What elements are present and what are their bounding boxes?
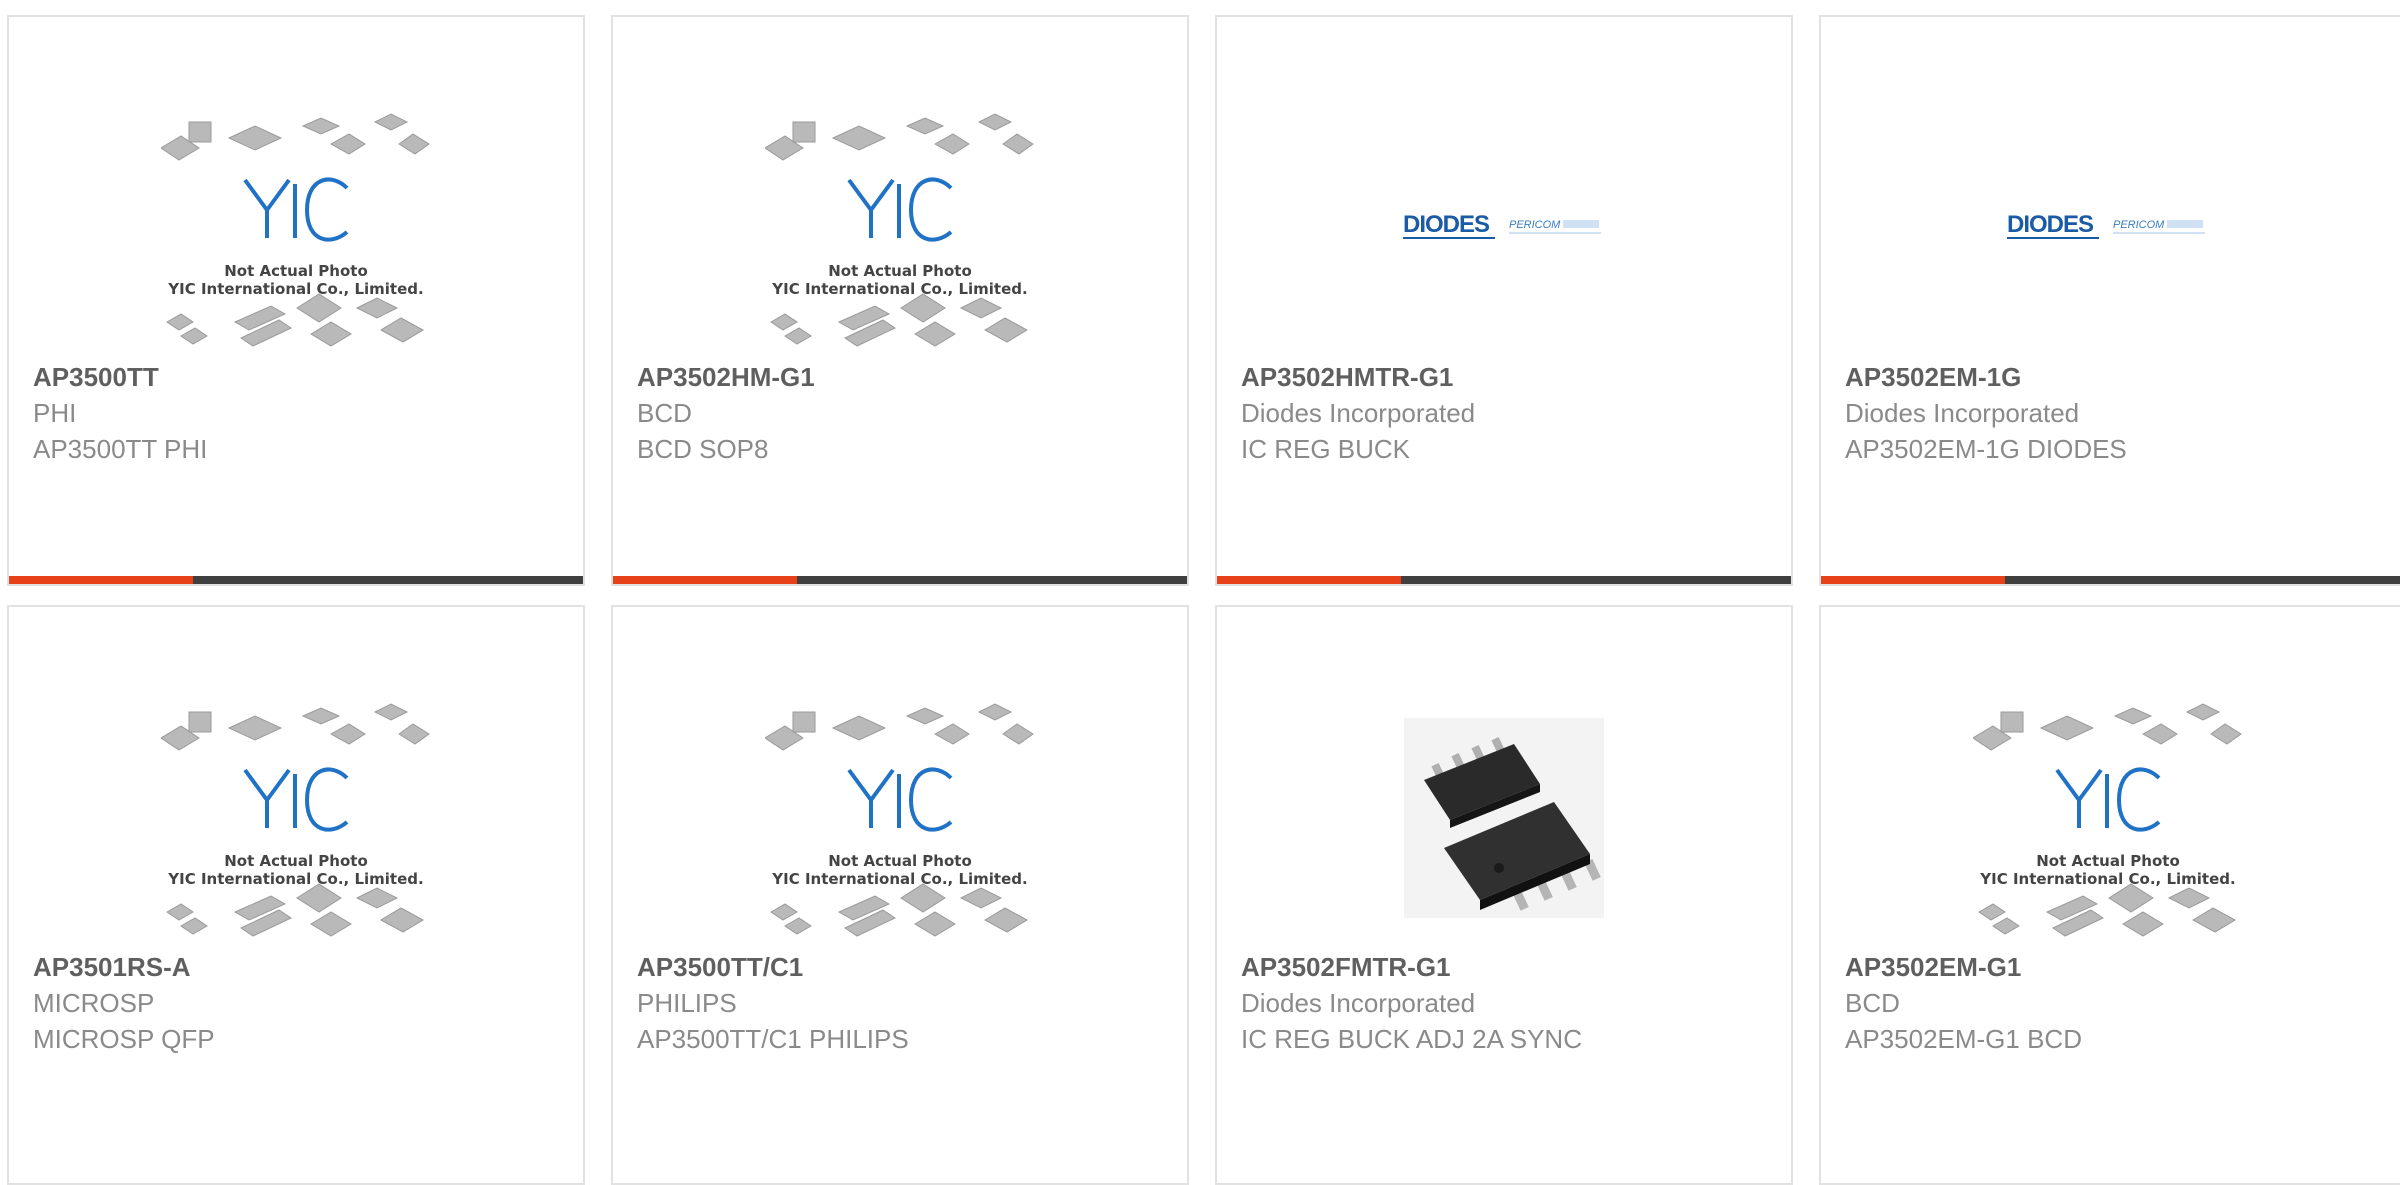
product-card[interactable]: DIODES PERICOM AP3502HMTR-G1 Diodes Inco… [1215,15,1793,586]
product-card[interactable]: Not Actual Photo YIC International Co., … [611,15,1189,586]
pericom-brand-text: PERICOM [2113,219,2165,231]
card-accent-bar [1821,576,2400,584]
product-image[interactable]: DIODES PERICOM [1821,95,2395,361]
part-number[interactable]: AP3500TT/C1 [637,949,1171,985]
card-accent-bar [9,576,583,584]
product-card[interactable]: Not Actual Photo YIC International Co., … [7,15,585,586]
product-card[interactable]: Not Actual Photo YIC International Co., … [7,605,585,1185]
product-image[interactable]: Not Actual Photo YIC International Co., … [9,95,583,361]
placeholder-line2: YIC International Co., Limited. [167,870,423,888]
product-image[interactable]: Not Actual Photo YIC International Co., … [1821,685,2395,951]
not-actual-photo-placeholder: Not Actual Photo YIC International Co., … [765,113,1034,347]
part-number[interactable]: AP3502HMTR-G1 [1241,359,1775,395]
part-number[interactable]: AP3500TT [33,359,567,395]
manufacturer: Diodes Incorporated [1241,398,1476,428]
placeholder-line1: Not Actual Photo [828,852,972,870]
diodes-brand-text: DIODES [1403,211,1490,238]
not-actual-photo-placeholder: Not Actual Photo YIC International Co., … [161,703,430,937]
product-info: AP3500TT PHI AP3500TT PHI [33,359,567,467]
card-accent [1217,576,1401,584]
description: MICROSP QFP [33,1024,215,1054]
part-number[interactable]: AP3501RS-A [33,949,567,985]
card-accent [613,576,797,584]
placeholder-line2: YIC International Co., Limited. [167,280,423,298]
product-card[interactable]: DIODES PERICOM AP3502EM-1G Diodes Incorp… [1819,15,2400,586]
part-number[interactable]: AP3502HM-G1 [637,359,1171,395]
placeholder-line1: Not Actual Photo [828,262,972,280]
part-number[interactable]: AP3502FMTR-G1 [1241,949,1775,985]
not-actual-photo-placeholder: Not Actual Photo YIC International Co., … [765,703,1034,937]
manufacturer: Diodes Incorporated [1845,398,2080,428]
soic8-chip-photo [1404,718,1604,918]
product-grid: Not Actual Photo YIC International Co., … [0,0,2400,1185]
card-accent [9,576,193,584]
product-image[interactable]: Not Actual Photo YIC International Co., … [613,95,1187,361]
manufacturer: Diodes Incorporated [1241,988,1476,1018]
placeholder-line1: Not Actual Photo [224,262,368,280]
product-info: AP3502HM-G1 BCD BCD SOP8 [637,359,1171,467]
part-number[interactable]: AP3502EM-G1 [1845,949,2385,985]
pericom-brand-text: PERICOM [1509,219,1561,231]
diodes-pericom-logo: DIODES PERICOM [1403,211,1601,239]
manufacturer: BCD [637,398,692,428]
description: BCD SOP8 [637,434,769,464]
product-info: AP3502EM-1G Diodes Incorporated AP3502EM… [1845,359,2385,467]
description: AP3502EM-G1 BCD [1845,1024,2082,1054]
placeholder-line2: YIC International Co., Limited. [1979,870,2235,888]
placeholder-line1: Not Actual Photo [224,852,368,870]
product-image[interactable]: Not Actual Photo YIC International Co., … [9,685,583,951]
product-info: AP3501RS-A MICROSP MICROSP QFP [33,949,567,1057]
product-card[interactable]: Not Actual Photo YIC International Co., … [611,605,1189,1185]
description: AP3500TT PHI [33,434,208,464]
description: AP3502EM-1G DIODES [1845,434,2127,464]
placeholder-line2: YIC International Co., Limited. [771,280,1027,298]
manufacturer: PHI [33,398,77,428]
product-info: AP3502FMTR-G1 Diodes Incorporated IC REG… [1241,949,1775,1057]
product-image[interactable] [1217,685,1791,951]
placeholder-line2: YIC International Co., Limited. [771,870,1027,888]
product-image[interactable]: DIODES PERICOM [1217,95,1791,361]
not-actual-photo-placeholder: Not Actual Photo YIC International Co., … [161,113,430,347]
product-info: AP3502HMTR-G1 Diodes Incorporated IC REG… [1241,359,1775,467]
product-info: AP3502EM-G1 BCD AP3502EM-G1 BCD [1845,949,2385,1057]
description: IC REG BUCK [1241,434,1411,464]
card-accent-bar [613,576,1187,584]
diodes-pericom-logo: DIODES PERICOM [2007,211,2205,239]
product-card[interactable]: Not Actual Photo YIC International Co., … [1819,605,2400,1185]
description: IC REG BUCK ADJ 2A SYNC [1241,1024,1582,1054]
description: AP3500TT/C1 PHILIPS [637,1024,909,1054]
placeholder-line1: Not Actual Photo [2036,852,2180,870]
product-card[interactable]: AP3502FMTR-G1 Diodes Incorporated IC REG… [1215,605,1793,1185]
card-accent-bar [1217,576,1791,584]
diodes-brand-text: DIODES [2007,211,2094,238]
not-actual-photo-placeholder: Not Actual Photo YIC International Co., … [1973,703,2242,937]
manufacturer: PHILIPS [637,988,737,1018]
manufacturer: MICROSP [33,988,155,1018]
part-number[interactable]: AP3502EM-1G [1845,359,2385,395]
product-info: AP3500TT/C1 PHILIPS AP3500TT/C1 PHILIPS [637,949,1171,1057]
card-accent [1821,576,2005,584]
product-image[interactable]: Not Actual Photo YIC International Co., … [613,685,1187,951]
manufacturer: BCD [1845,988,1900,1018]
